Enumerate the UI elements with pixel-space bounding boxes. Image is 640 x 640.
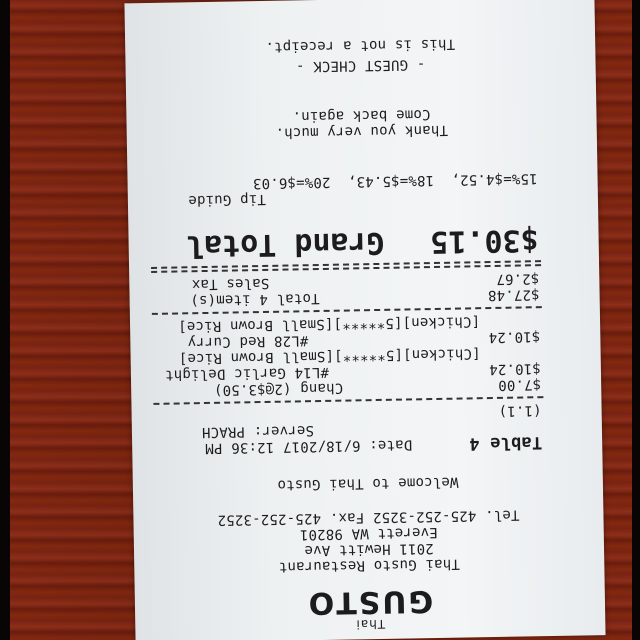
item-3-modifiers: [Chicken][5*****][Small Brown Rice] xyxy=(177,313,481,335)
item-3-name: #L28 Red Curry xyxy=(187,332,309,351)
restaurant-logo: Thai GUSTO xyxy=(134,567,605,635)
grand-total-label: Grand Total xyxy=(185,224,385,264)
item-2-name: #L14 Garlic Delight xyxy=(164,363,330,383)
sales-tax-value: $2.67 xyxy=(496,270,540,287)
item-1-price: $7.00 xyxy=(497,376,542,393)
dark-border-left xyxy=(0,0,10,640)
tip-guide-label: Tip Guide xyxy=(188,190,267,209)
table-number: Table 4 xyxy=(468,432,543,454)
guest-count: (1.1) xyxy=(498,402,542,419)
total-items-value: $27.48 xyxy=(487,286,540,304)
receipt-paper: Thai GUSTO Thai Gusto Restaurant 2011 He… xyxy=(124,0,606,640)
item-1-name: Chang (2@$3.50) xyxy=(213,379,344,398)
dark-border-right xyxy=(632,0,640,640)
item-2-price: $10.24 xyxy=(488,360,542,378)
separator-line xyxy=(153,396,544,405)
tip-guide-values: 15%=$4.52, 18%=$5.43, 20%=$6.03 xyxy=(252,170,538,192)
total-items-label: Total 4 item(s) xyxy=(190,290,320,309)
grand-total-value: $30.15 xyxy=(429,222,539,260)
photo-scene: Thai GUSTO Thai Gusto Restaurant 2011 He… xyxy=(0,0,640,640)
guest-check-heading: - GUEST CHECK - xyxy=(295,56,426,75)
sales-tax-label: Sales Tax xyxy=(191,274,270,293)
welcome-message: Welcome to Thai Gusto xyxy=(277,473,459,493)
receipt-rotated: Thai GUSTO Thai Gusto Restaurant 2011 He… xyxy=(114,0,606,640)
server-name: Server: PRACH xyxy=(201,422,315,441)
item-3-price: $10.24 xyxy=(488,328,541,346)
